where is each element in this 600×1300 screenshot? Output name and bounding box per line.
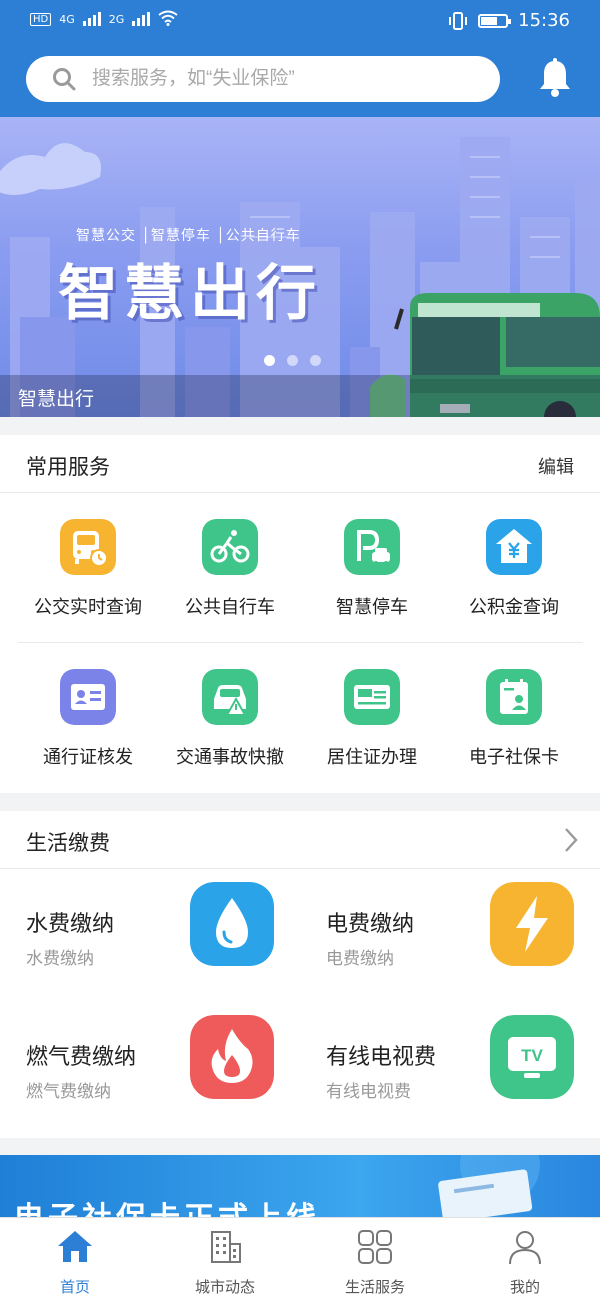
carousel-dot[interactable] (287, 355, 298, 366)
payment-subtitle: 有线电视费 (326, 1082, 411, 1102)
tv-icon: TV (490, 1015, 574, 1099)
app-header: HD 4G 2G 15:36 (0, 0, 600, 117)
payment-subtitle: 电费缴纳 (326, 949, 394, 969)
banner-caption-bar: 智慧出行 (0, 375, 600, 417)
service-label: 电子社保卡 (469, 747, 559, 768)
service-label: 居住证办理 (327, 747, 417, 768)
grid-icon (358, 1230, 392, 1264)
service-label: 公积金查询 (469, 597, 559, 618)
common-services-header: 常用服务 编辑 (0, 435, 600, 493)
tab-label: 首页 (59, 1278, 90, 1296)
service-label: 智慧停车 (336, 597, 408, 618)
payment-title: 水费缴纳 (26, 912, 115, 937)
flame-icon (190, 1015, 274, 1099)
building-icon (211, 1231, 241, 1263)
vibrate-icon (449, 11, 468, 30)
car-warning-icon (202, 669, 258, 725)
service-label: 交通事故快撤 (176, 747, 284, 768)
chevron-right-icon[interactable] (564, 827, 578, 853)
banner-subtitle: 智慧公交 │智慧停车 │公共自行车 (76, 228, 301, 244)
service-pass-issuance[interactable]: 通行证核发 (13, 643, 163, 783)
residence-card-icon (344, 669, 400, 725)
edit-button[interactable]: 编辑 (538, 453, 574, 479)
signal-indicators: HD 4G 2G (30, 10, 178, 26)
service-label: 公交实时查询 (34, 597, 142, 618)
tab-home[interactable]: 首页 (0, 1218, 150, 1300)
payment-title: 燃气费缴纳 (26, 1045, 137, 1070)
status-bar: HD 4G 2G 15:36 (0, 0, 600, 44)
service-residence-permit[interactable]: 居住证办理 (297, 643, 447, 783)
battery-icon (478, 13, 512, 28)
water-drop-icon (190, 882, 274, 966)
tab-label: 我的 (509, 1278, 540, 1296)
social-card-promo-banner[interactable]: 电子社保卡正式上线 (0, 1155, 600, 1217)
person-icon (509, 1231, 541, 1265)
search-icon (53, 68, 76, 91)
service-public-bicycle[interactable]: 公共自行车 (155, 493, 305, 633)
tab-label: 生活服务 (344, 1278, 405, 1296)
search-bar[interactable] (26, 56, 500, 102)
promo-banner-carousel[interactable]: 智慧公交 │智慧停车 │公共自行车 智慧出行 智慧出行 (0, 117, 600, 417)
home-icon (58, 1231, 92, 1262)
signal-icon (132, 10, 151, 26)
bottom-tab-bar: 首页 城市动态 生活服务 我的 (0, 1217, 600, 1300)
service-housing-fund[interactable]: 公积金查询 (439, 493, 589, 633)
hd-icon: HD (30, 13, 52, 26)
section-title: 常用服务 (26, 455, 110, 479)
service-accident-quick[interactable]: 交通事故快撤 (155, 643, 305, 783)
id-card-icon (60, 669, 116, 725)
payment-gas[interactable]: 燃气费缴纳 燃气费缴纳 (0, 1015, 300, 1169)
bus-clock-icon (60, 519, 116, 575)
payment-title: 电费缴纳 (326, 912, 415, 937)
carousel-indicator[interactable] (264, 355, 321, 366)
signal-icon (82, 10, 101, 26)
banner-caption: 智慧出行 (18, 388, 95, 410)
carousel-dot[interactable] (264, 355, 275, 366)
carousel-dot[interactable] (310, 355, 321, 366)
common-services-card: 常用服务 编辑 公交实时查询 公共自行车 智慧停车 公积金查询 通行证核发 交通… (0, 435, 600, 793)
wifi-icon (158, 10, 178, 26)
service-bus-realtime[interactable]: 公交实时查询 (13, 493, 163, 633)
promo-text: 电子社保卡正式上线 (14, 1193, 320, 1217)
tab-label: 城市动态 (194, 1278, 255, 1296)
bicycle-icon (202, 519, 258, 575)
notification-bell-icon[interactable] (537, 58, 573, 98)
payment-subtitle: 水费缴纳 (26, 949, 94, 969)
house-yuan-icon (486, 519, 542, 575)
search-input[interactable] (92, 64, 482, 94)
lightning-icon (490, 882, 574, 966)
tab-mine[interactable]: 我的 (450, 1218, 600, 1300)
section-title: 生活缴费 (26, 831, 110, 855)
tab-city-news[interactable]: 城市动态 (150, 1218, 300, 1300)
tv-icon-text: TV (521, 1046, 543, 1065)
social-security-card-icon (486, 669, 542, 725)
service-smart-parking[interactable]: 智慧停车 (297, 493, 447, 633)
tab-life-services[interactable]: 生活服务 (300, 1218, 450, 1300)
network-type-1: 4G (59, 13, 75, 26)
service-label: 公共自行车 (185, 597, 275, 618)
payment-cable-tv[interactable]: 有线电视费 有线电视费 TV (300, 1015, 600, 1169)
service-label: 通行证核发 (43, 747, 133, 768)
clock: 15:36 (518, 10, 570, 31)
payment-subtitle: 燃气费缴纳 (26, 1082, 111, 1102)
payment-title: 有线电视费 (326, 1045, 437, 1070)
parking-icon (344, 519, 400, 575)
life-payment-header[interactable]: 生活缴费 (0, 811, 600, 869)
banner-title: 智慧出行 (58, 259, 322, 329)
status-right: 15:36 (448, 10, 570, 31)
life-payment-card: 生活缴费 水费缴纳 水费缴纳 电费缴纳 电费缴纳 燃气费缴纳 燃气费缴纳 有线电… (0, 811, 600, 1138)
service-social-security-card[interactable]: 电子社保卡 (439, 643, 589, 783)
network-type-2: 2G (108, 13, 125, 26)
